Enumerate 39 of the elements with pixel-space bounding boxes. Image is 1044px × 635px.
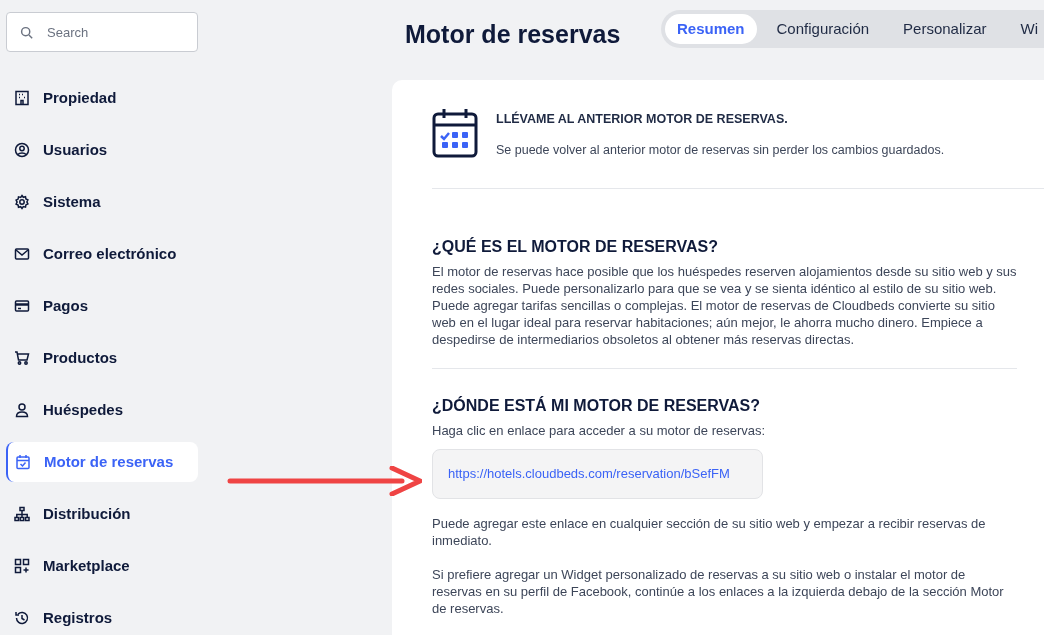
notice-title: LLÉVAME AL ANTERIOR MOTOR DE RESERVAS. [496,110,789,128]
section-text: Si prefiere agregar un Widget personalizado de reservas a su sitio web o instalar el motor de reservas en su perfil de Facebook, continúe a los enlaces a la izquierda debajo de la sección Motor de reservas. [432,565,1005,617]
tab[interactable]: Personalizar [889,14,1001,44]
hierarchy-icon [14,506,30,522]
sidebar-item[interactable]: Correo electrónico [6,234,198,274]
person-icon [14,402,30,418]
user-circle-icon [14,142,30,158]
section-text: Haga clic en enlace para acceder a su motor de reservas: [432,421,767,439]
section-text: El motor de reservas hace posible que los huéspedes reserven alojamientos desde su sitio web y sus redes sociales. Puede personalizarlo para que se vea y se sienta idéntico al estilo de su sitio web. Puede agregar tarifas sencillas o complejas. El motor de reservas de Cloudbeds convierte su sitio web en el lugar ideal para reservar habitaciones; aún mejor, le ahorra mucho dinero. Empiece a despedirse de intermediarios obsoletos al obtener más reservas directas. [432,262,1017,348]
page-title: Motor de reservas [405,19,622,50]
section-heading: ¿DÓNDE ESTÁ MI MOTOR DE RESERVAS? [432,395,762,416]
section-text: Puede agregar este enlace en cualquier sección de su sitio web y empezar a recibir reservas de inmediato. [432,514,987,549]
section-heading: ¿QUÉ ES EL MOTOR DE RESERVAS? [432,236,719,257]
history-icon [14,610,30,626]
envelope-icon [14,246,30,262]
sidebar-item[interactable]: Distribución [6,494,198,534]
cart-icon [14,350,30,366]
sidebar-item[interactable]: Registros [6,598,198,635]
calendar-icon [432,108,478,158]
search-field[interactable]: Search [6,12,198,52]
notice-text: Se puede volver al anterior motor de reservas sin perder los cambios guardados. [496,141,945,159]
tab[interactable]: Resumen [665,14,757,44]
sidebar-item[interactable]: Sistema [6,182,198,222]
sidebar-item[interactable]: Pagos [6,286,198,326]
settings-icon [14,194,30,210]
credit-card-icon [14,298,30,314]
tab[interactable]: Wi [1006,14,1044,44]
sidebar-item[interactable]: Usuarios [6,130,198,170]
sidebar-item[interactable]: Propiedad [6,78,198,118]
sidebar-item[interactable]: Huéspedes [6,390,198,430]
sidebar-item[interactable]: Motor de reservas [6,442,198,482]
sidebar-item[interactable]: Productos [6,338,198,378]
calendar-check-icon [15,454,31,470]
sidebar-item[interactable]: Marketplace [6,546,198,586]
search-icon [20,26,33,39]
building-icon [14,90,30,106]
booking-engine-link[interactable]: https://hotels.cloudbeds.com/reservation/bSefFM [432,448,763,499]
apps-add-icon [14,558,30,574]
tab[interactable]: Configuración [762,14,884,44]
